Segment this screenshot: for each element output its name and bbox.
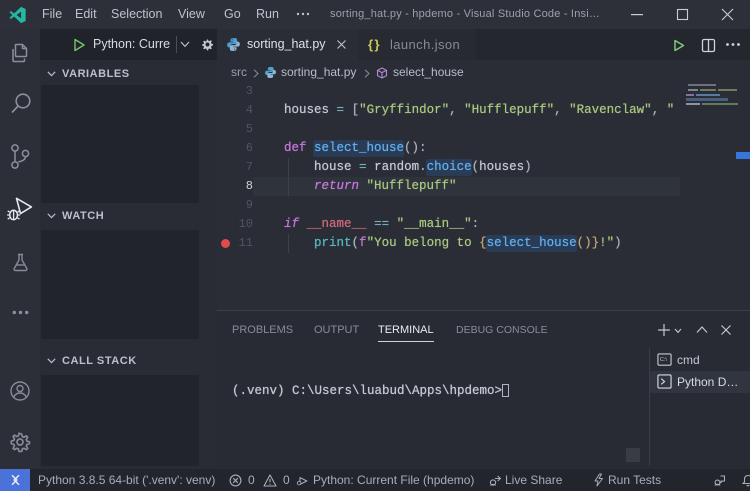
svg-text:C:\: C:\: [660, 357, 668, 363]
